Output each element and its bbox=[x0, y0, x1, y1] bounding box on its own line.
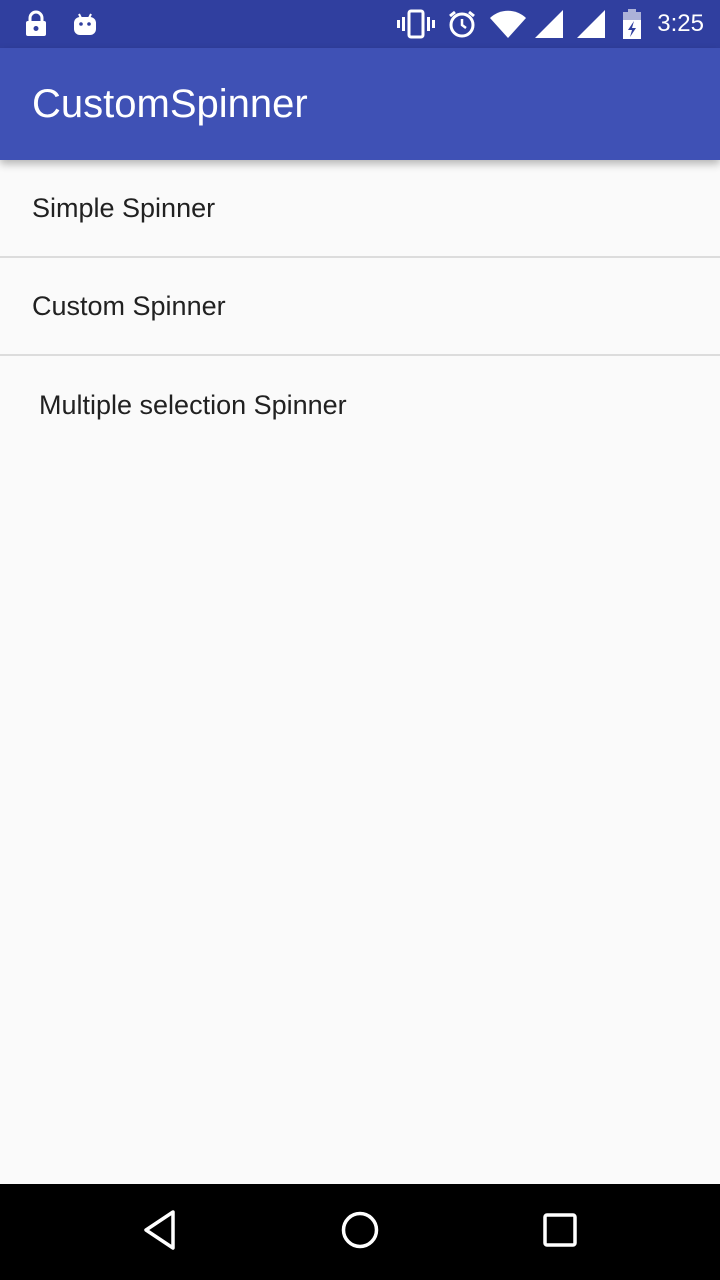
screen: 3:25 CustomSpinner Simple Spinner Custom… bbox=[0, 0, 720, 1280]
vibrate-icon bbox=[396, 0, 436, 48]
android-icon bbox=[70, 0, 100, 48]
wifi-icon bbox=[488, 0, 528, 48]
menu-list: Simple Spinner Custom Spinner Multiple s… bbox=[0, 160, 720, 452]
status-bar: 3:25 bbox=[0, 0, 720, 48]
app-title: CustomSpinner bbox=[32, 82, 308, 126]
list-item-label: Custom Spinner bbox=[32, 291, 226, 321]
app-bar: CustomSpinner bbox=[0, 48, 720, 160]
battery-charging-icon bbox=[620, 0, 644, 48]
list-item-custom-spinner[interactable]: Custom Spinner bbox=[0, 258, 720, 356]
recents-button[interactable] bbox=[512, 1184, 608, 1280]
home-button[interactable] bbox=[312, 1184, 408, 1280]
signal-icon bbox=[574, 0, 608, 48]
list-item-label: Multiple selection Spinner bbox=[39, 390, 347, 420]
navigation-bar bbox=[0, 1184, 720, 1280]
alarm-icon bbox=[446, 0, 478, 48]
back-button[interactable] bbox=[112, 1184, 208, 1280]
clock: 3:25 bbox=[657, 10, 704, 37]
back-icon bbox=[140, 1209, 180, 1256]
list-item-simple-spinner[interactable]: Simple Spinner bbox=[0, 160, 720, 258]
list-item-multiple-selection-spinner[interactable]: Multiple selection Spinner bbox=[0, 356, 720, 452]
recents-icon bbox=[542, 1212, 578, 1253]
lock-icon bbox=[22, 0, 50, 48]
list-item-label: Simple Spinner bbox=[32, 193, 216, 223]
home-icon bbox=[340, 1210, 380, 1255]
signal-icon bbox=[532, 0, 566, 48]
